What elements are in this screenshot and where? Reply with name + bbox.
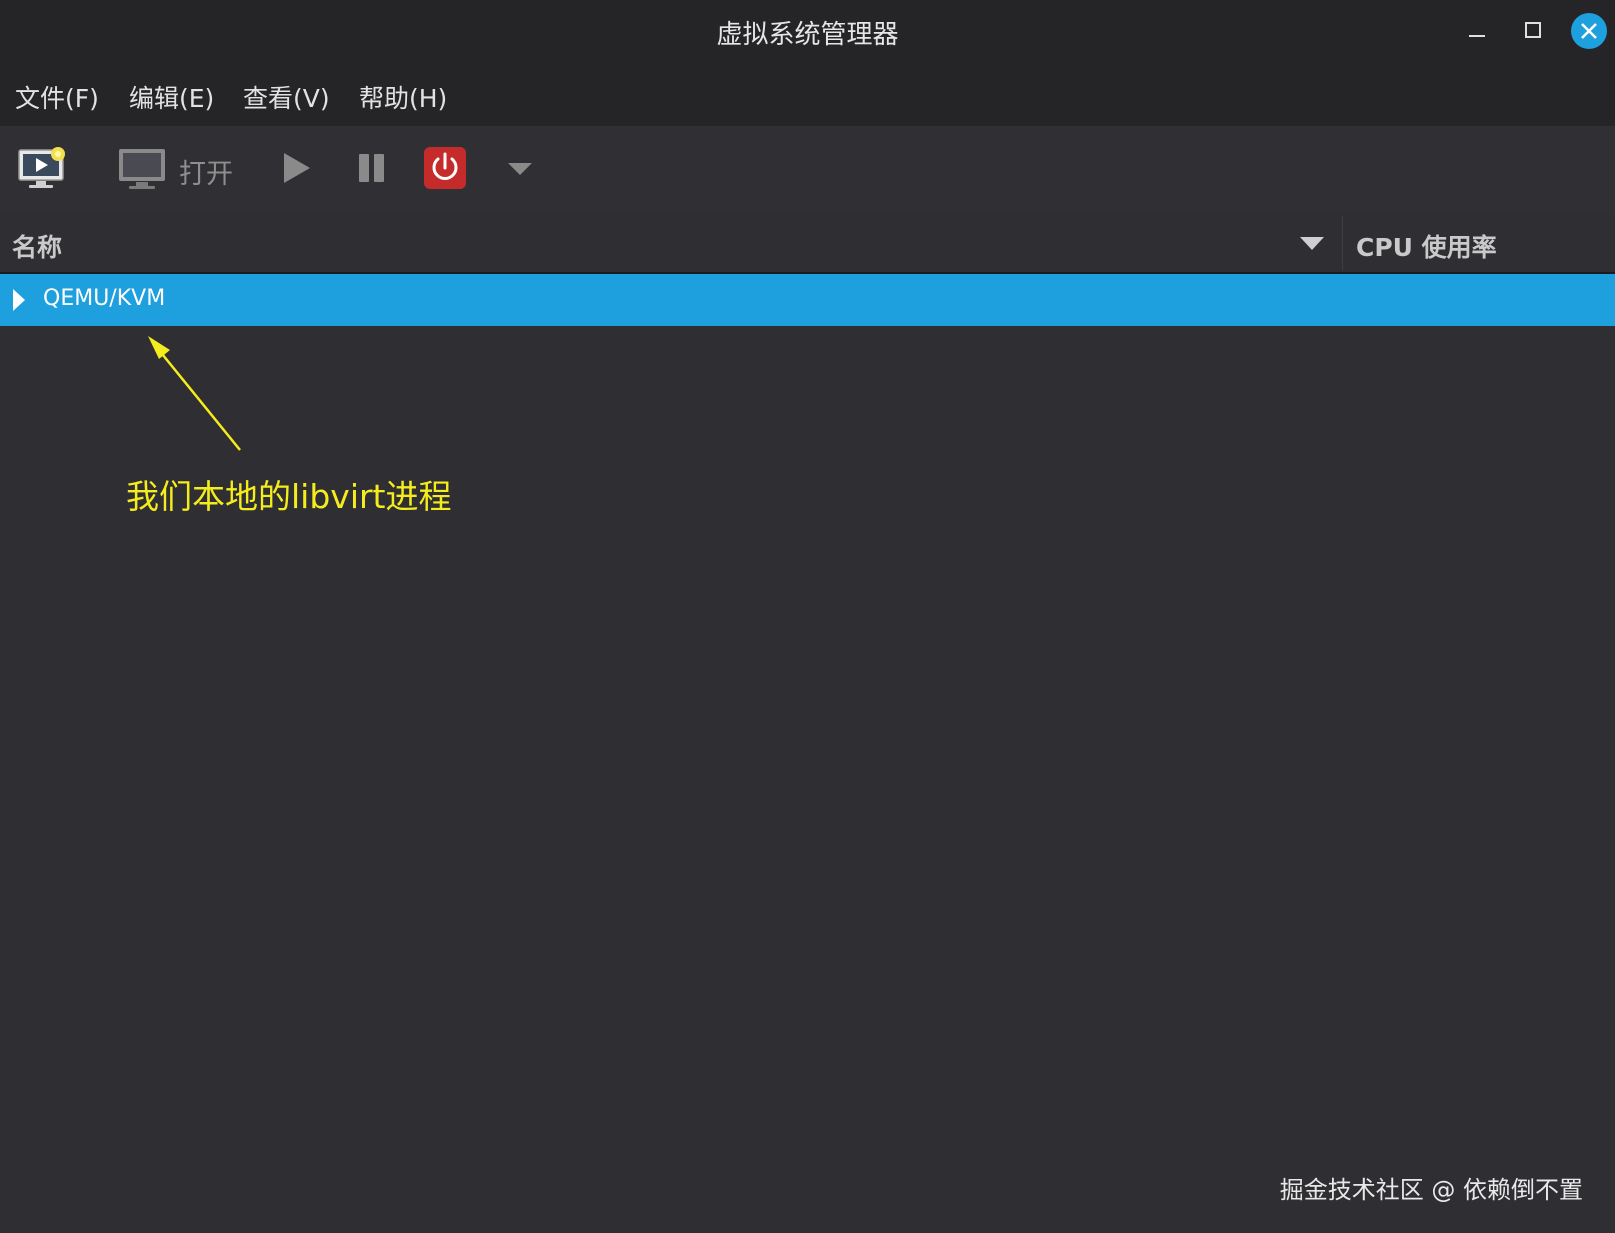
- annotation-text: 我们本地的libvirt进程: [126, 477, 452, 516]
- virt-manager-window: 虚拟系统管理器 文件(F) 编辑(E) 查看(V) 帮助(H) 打开 名称 CP…: [0, 0, 1615, 1233]
- menu-file[interactable]: 文件(F): [15, 79, 99, 115]
- play-icon: [284, 153, 310, 183]
- window-title: 虚拟系统管理器: [716, 20, 899, 50]
- shutdown-button[interactable]: [423, 146, 467, 194]
- menu-bar: 文件(F) 编辑(E) 查看(V) 帮助(H): [0, 66, 1615, 126]
- menu-help[interactable]: 帮助(H): [359, 79, 447, 115]
- maximize-icon: [1525, 22, 1541, 38]
- menu-edit[interactable]: 编辑(E): [129, 79, 214, 115]
- connection-label: QEMU/KVM: [43, 286, 166, 311]
- maximize-button[interactable]: [1513, 12, 1551, 50]
- minimize-icon: [1469, 35, 1485, 37]
- monitor-icon: [119, 149, 165, 189]
- monitor-new-icon: [18, 147, 65, 188]
- minimize-button[interactable]: [1458, 12, 1496, 50]
- open-button-label[interactable]: 打开: [179, 152, 233, 191]
- column-cpu-header[interactable]: CPU 使用率: [1356, 228, 1497, 264]
- expander-button[interactable]: [12, 288, 26, 312]
- toolbar: 打开: [0, 126, 1615, 214]
- menu-view[interactable]: 查看(V): [243, 79, 330, 115]
- new-vm-button[interactable]: [16, 144, 70, 198]
- column-divider[interactable]: [1342, 216, 1343, 270]
- column-name-header[interactable]: 名称: [12, 228, 62, 264]
- table-row[interactable]: QEMU/KVM: [0, 274, 1615, 326]
- pause-button[interactable]: [357, 152, 387, 188]
- watermark: 掘金技术社区 @ 依赖倒不置: [1279, 1176, 1583, 1204]
- annotation-arrow: [148, 336, 241, 451]
- close-icon: [1571, 13, 1607, 49]
- close-button[interactable]: [1570, 12, 1608, 50]
- power-icon: [424, 147, 466, 189]
- chevron-down-icon: [508, 163, 532, 175]
- open-button[interactable]: [117, 146, 169, 196]
- chevron-right-icon: [13, 289, 25, 311]
- sort-down-icon: [1300, 237, 1324, 250]
- column-sort-button[interactable]: [1300, 236, 1324, 250]
- pause-icon: [359, 154, 384, 182]
- run-button[interactable]: [281, 150, 313, 190]
- shutdown-menu-button[interactable]: [506, 160, 534, 182]
- title-bar: 虚拟系统管理器: [0, 0, 1615, 66]
- list-header: 名称 CPU 使用率: [0, 214, 1615, 274]
